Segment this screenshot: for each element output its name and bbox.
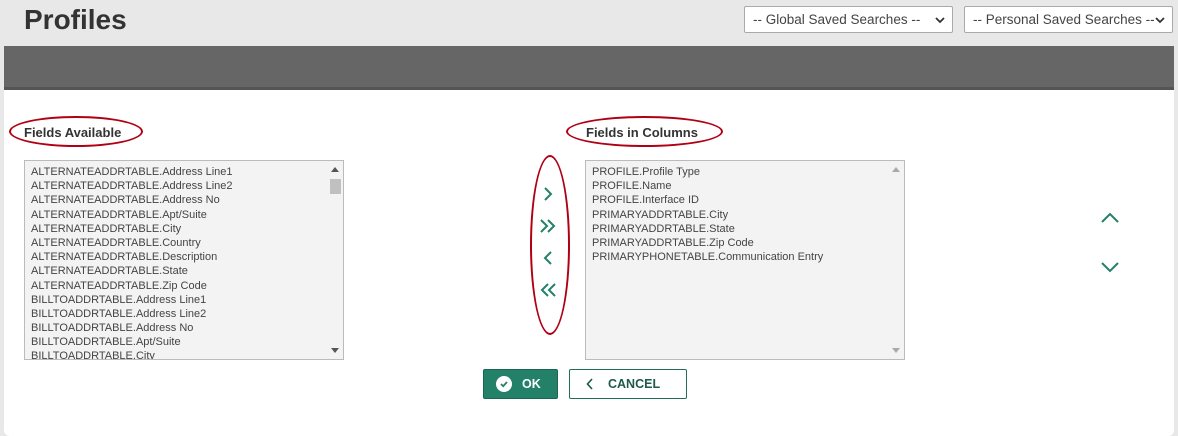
list-item[interactable]: ALTERNATEADDRTABLE.State bbox=[31, 264, 343, 278]
chevron-up-icon bbox=[1101, 212, 1119, 223]
move-down-button[interactable] bbox=[1098, 255, 1122, 279]
list-item[interactable]: PRIMARYADDRTABLE.State bbox=[592, 222, 904, 236]
chevron-down-icon bbox=[1101, 262, 1119, 273]
scrollbar[interactable] bbox=[888, 161, 904, 359]
list-item[interactable]: BILLTOADDRTABLE.Apt/Suite bbox=[31, 335, 343, 349]
column-chooser-panel: Fields Available Fields in Columns ALTER… bbox=[4, 46, 1174, 436]
list-item[interactable]: BILLTOADDRTABLE.Address Line2 bbox=[31, 307, 343, 321]
list-item[interactable]: PROFILE.Profile Type bbox=[592, 165, 904, 179]
list-item[interactable]: ALTERNATEADDRTABLE.Description bbox=[31, 250, 343, 264]
list-item[interactable]: PROFILE.Name bbox=[592, 179, 904, 193]
page-title: Profiles bbox=[24, 4, 127, 35]
scroll-down-arrow-icon[interactable] bbox=[331, 348, 339, 353]
annotation-ellipse bbox=[530, 155, 570, 335]
list-item[interactable]: ALTERNATEADDRTABLE.Country bbox=[31, 236, 343, 250]
chevron-down-icon bbox=[935, 17, 945, 24]
list-item[interactable]: PRIMARYADDRTABLE.City bbox=[592, 208, 904, 222]
list-item[interactable]: BILLTOADDRTABLE.Address No bbox=[31, 321, 343, 335]
scroll-up-arrow-icon[interactable] bbox=[892, 167, 900, 172]
list-item[interactable]: ALTERNATEADDRTABLE.City bbox=[31, 222, 343, 236]
ok-label: OK bbox=[522, 377, 541, 391]
check-circle-icon bbox=[496, 376, 512, 392]
list-item[interactable]: ALTERNATEADDRTABLE.Zip Code bbox=[31, 279, 343, 293]
scroll-thumb[interactable] bbox=[330, 179, 341, 194]
list-item[interactable]: PRIMARYPHONETABLE.Communication Entry bbox=[592, 250, 904, 264]
chevron-down-icon bbox=[1155, 17, 1165, 24]
cancel-button[interactable]: CANCEL bbox=[569, 369, 687, 399]
fields-available-list[interactable]: ALTERNATEADDRTABLE.Address Line1 ALTERNAT… bbox=[24, 160, 344, 360]
global-saved-searches-select[interactable]: -- Global Saved Searches -- bbox=[744, 6, 953, 33]
personal-saved-searches-select[interactable]: -- Personal Saved Searches -- bbox=[964, 6, 1173, 33]
list-item[interactable]: BILLTOADDRTABLE.Address Line1 bbox=[31, 293, 343, 307]
scrollbar[interactable] bbox=[327, 161, 343, 359]
annotation-ellipse bbox=[566, 116, 723, 147]
list-item[interactable]: ALTERNATEADDRTABLE.Address Line2 bbox=[31, 179, 343, 193]
ok-button[interactable]: OK bbox=[483, 369, 558, 399]
annotation-ellipse bbox=[9, 116, 143, 147]
panel-header-bar bbox=[4, 46, 1174, 90]
list-item[interactable]: PROFILE.Interface ID bbox=[592, 193, 904, 207]
scroll-down-arrow-icon[interactable] bbox=[892, 348, 900, 353]
global-saved-searches-value: -- Global Saved Searches -- bbox=[753, 12, 921, 27]
fields-in-columns-list[interactable]: PROFILE.Profile Type PROFILE.Name PROFILE.… bbox=[585, 160, 905, 360]
list-item[interactable]: ALTERNATEADDRTABLE.Address Line1 bbox=[31, 165, 343, 179]
list-item[interactable]: ALTERNATEADDRTABLE.Apt/Suite bbox=[31, 208, 343, 222]
list-item[interactable]: PRIMARYADDRTABLE.Zip Code bbox=[592, 236, 904, 250]
scroll-up-arrow-icon[interactable] bbox=[331, 167, 339, 172]
move-up-button[interactable] bbox=[1098, 206, 1122, 230]
cancel-label: CANCEL bbox=[608, 377, 661, 391]
personal-saved-searches-value: -- Personal Saved Searches -- bbox=[973, 12, 1155, 27]
list-item[interactable]: BILLTOADDRTABLE.City bbox=[31, 349, 343, 359]
list-item[interactable]: ALTERNATEADDRTABLE.Address No bbox=[31, 193, 343, 207]
chevron-left-icon bbox=[586, 378, 593, 390]
